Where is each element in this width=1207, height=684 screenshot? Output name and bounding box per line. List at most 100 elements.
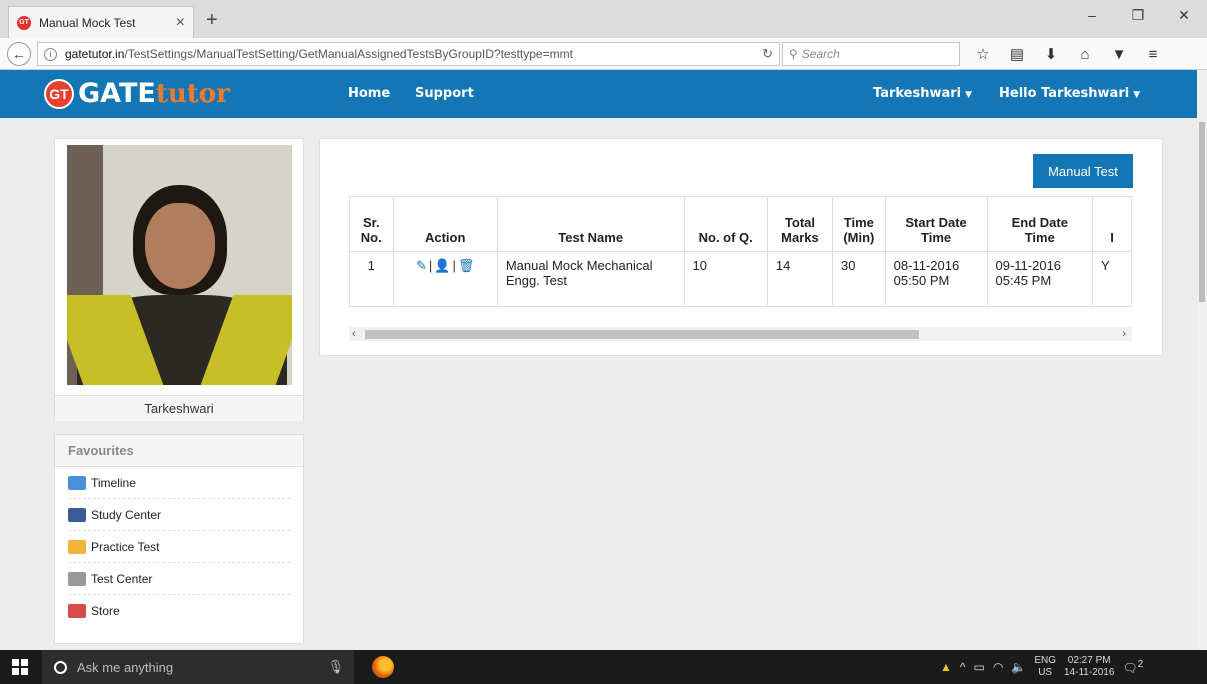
cell-time: 30	[832, 251, 886, 307]
profile-card: Tarkeshwari	[54, 138, 304, 421]
reading-list-icon[interactable]: ▤	[1000, 43, 1034, 65]
nav-user-label: Tarkeshwari	[873, 86, 962, 101]
manual-test-button[interactable]: Manual Test	[1033, 154, 1133, 188]
column-header: Start Date Time	[884, 196, 988, 252]
favourite-label: Study Center	[91, 507, 162, 522]
assign-user-icon[interactable]: 👤	[434, 258, 450, 273]
lang-code: ENG	[1034, 655, 1056, 666]
wifi-icon[interactable]: ◠	[993, 660, 1003, 674]
store-icon	[68, 604, 86, 618]
reload-icon[interactable]: ↻	[762, 46, 773, 62]
language-indicator[interactable]: ENG US	[1034, 655, 1056, 679]
restore-icon[interactable]: ❐	[1115, 0, 1161, 30]
favourites-panel: Favourites Timeline Study Center Practic…	[54, 434, 304, 644]
address-bar[interactable]: i gatetutor.in/TestSettings/ManualTestSe…	[37, 42, 780, 66]
table-header-row: Sr. No. Action Test Name No. of Q. Total…	[349, 196, 1132, 252]
home-icon[interactable]: ⌂	[1068, 43, 1102, 65]
cell-sr-no: 1	[349, 251, 394, 307]
timeline-icon	[68, 475, 86, 490]
windows-taskbar: Ask me anything 🎙 ▲ ^ ▭ ◠ 🔈 ENG US 02:27…	[0, 650, 1207, 684]
profile-photo[interactable]	[67, 145, 292, 385]
table-horizontal-scrollbar[interactable]: ‹ ›	[349, 327, 1132, 341]
column-header: I	[1092, 196, 1132, 252]
nav-hello-menu[interactable]: Hello Tarkeshwari ▼	[999, 86, 1140, 101]
column-header: Total Marks	[766, 196, 834, 252]
column-header: No. of Q.	[683, 196, 768, 252]
site-favicon-icon: GT	[17, 15, 31, 30]
books-icon	[68, 507, 86, 522]
search-icon: ⚲	[789, 47, 798, 61]
caret-down-icon: ▼	[965, 90, 973, 100]
cell-no-of-q: 10	[683, 251, 768, 307]
favourite-label: Store	[91, 604, 120, 618]
tab-close-icon[interactable]: ×	[176, 14, 185, 32]
tab-title: Manual Mock Test	[39, 15, 136, 30]
window-controls: – ❐ ✕	[1069, 0, 1207, 30]
test-center-icon	[68, 571, 86, 586]
action-center-icon[interactable]: 🗨2	[1122, 659, 1143, 675]
nav-hello-label: Hello Tarkeshwari	[999, 86, 1130, 101]
favourite-item-practice-test[interactable]: Practice Test	[68, 531, 290, 563]
favourite-item-test-center[interactable]: Test Center	[68, 563, 290, 595]
favourite-item-store[interactable]: Store	[68, 595, 290, 627]
firefox-icon[interactable]	[372, 656, 394, 678]
cell-actions: ✎ | 👤 | 🗑	[392, 251, 498, 307]
taskbar-clock[interactable]: 02:27 PM 14-11-2016	[1064, 655, 1114, 679]
caret-down-icon: ▼	[1133, 90, 1141, 100]
manual-tests-panel: Manual Test Sr. No. Action Test Name No.…	[319, 138, 1163, 356]
cortana-icon	[54, 660, 67, 674]
clipboard-icon	[68, 539, 86, 554]
windows-start-icon[interactable]	[12, 659, 28, 675]
new-tab-button[interactable]: +	[206, 9, 218, 32]
favourite-item-study-center[interactable]: Study Center	[68, 499, 290, 531]
browser-nav-bar: ← i gatetutor.in/TestSettings/ManualTest…	[0, 38, 1207, 70]
column-header: Action	[392, 196, 498, 252]
favourite-item-timeline[interactable]: Timeline	[68, 467, 290, 499]
edit-pencil-icon[interactable]: ✎	[416, 258, 427, 273]
url-host: gatetutor.in	[65, 47, 125, 61]
table-row: 1 ✎ | 👤 | 🗑 Manual Mock Mechanical Engg. Tes…	[349, 251, 1132, 307]
system-tray: ▲ ^ ▭ ◠ 🔈 ENG US 02:27 PM 14-11-2016 🗨2	[940, 650, 1143, 684]
notification-area-icon[interactable]: ▲	[940, 660, 952, 674]
nav-user-menu[interactable]: Tarkeshwari ▼	[873, 86, 972, 101]
cortana-search[interactable]: Ask me anything 🎙	[42, 650, 354, 684]
logo-badge: GT	[44, 78, 74, 109]
scroll-left-icon[interactable]: ‹	[352, 327, 356, 341]
minimize-icon[interactable]: –	[1069, 0, 1115, 30]
delete-trash-icon[interactable]: 🗑	[458, 258, 475, 273]
url-path: /TestSettings/ManualTestSetting/GetManua…	[124, 47, 573, 61]
back-arrow-icon[interactable]: ←	[7, 42, 31, 66]
profile-name[interactable]: Tarkeshwari	[55, 395, 303, 421]
site-info-icon[interactable]: i	[44, 47, 57, 61]
cell-start-date: 08-11-2016 05:50 PM	[884, 251, 988, 307]
cell-total-marks: 14	[766, 251, 834, 307]
gatetutor-logo[interactable]: GT GATE tutor	[44, 78, 230, 109]
browser-search-input[interactable]: ⚲ Search	[782, 42, 960, 66]
pocket-icon[interactable]: ▼	[1102, 43, 1136, 65]
logo-main-text: GATE	[78, 78, 156, 109]
close-window-icon[interactable]: ✕	[1161, 0, 1207, 30]
browser-tab[interactable]: GT Manual Mock Test ×	[8, 6, 194, 38]
logo-accent-text: tutor	[155, 78, 230, 109]
page-vertical-scrollbar[interactable]	[1197, 70, 1207, 650]
column-header: Time (Min)	[832, 196, 886, 252]
nav-support[interactable]: Support	[415, 86, 474, 101]
column-header: Sr. No.	[349, 196, 394, 252]
microphone-icon[interactable]: 🎙	[327, 659, 344, 675]
network-icon[interactable]: ▭	[974, 660, 985, 674]
scroll-right-icon[interactable]: ›	[1122, 327, 1126, 341]
show-hidden-icons-icon[interactable]: ^	[960, 660, 966, 674]
scrollbar-thumb[interactable]	[1199, 122, 1205, 302]
clock-time: 02:27 PM	[1067, 655, 1111, 666]
bookmark-star-icon[interactable]: ☆	[966, 43, 1000, 65]
volume-icon[interactable]: 🔈	[1011, 660, 1026, 674]
scrollbar-thumb[interactable]	[365, 330, 919, 339]
nav-home[interactable]: Home	[348, 86, 390, 101]
browser-tab-bar: GT Manual Mock Test × + – ❐ ✕	[0, 0, 1207, 38]
cell-test-name: Manual Mock Mechanical Engg. Test	[496, 251, 685, 307]
menu-icon[interactable]: ≡	[1136, 43, 1170, 65]
search-placeholder: Search	[801, 47, 840, 61]
lang-region: US	[1038, 667, 1053, 678]
download-icon[interactable]: ⬇	[1034, 43, 1068, 65]
favourite-label: Practice Test	[91, 539, 160, 554]
